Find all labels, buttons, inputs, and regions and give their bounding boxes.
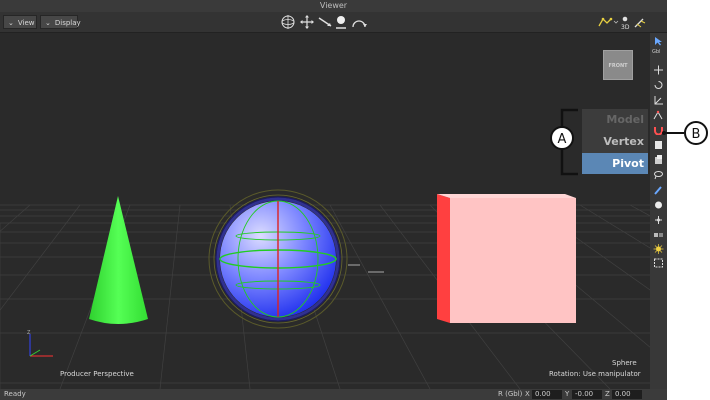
callout-a-label: A	[558, 132, 567, 147]
annotation-layer: A B	[550, 108, 708, 176]
callout-b: B	[662, 121, 708, 145]
callout-b-label: B	[692, 127, 701, 142]
callout-a: A	[550, 126, 574, 150]
